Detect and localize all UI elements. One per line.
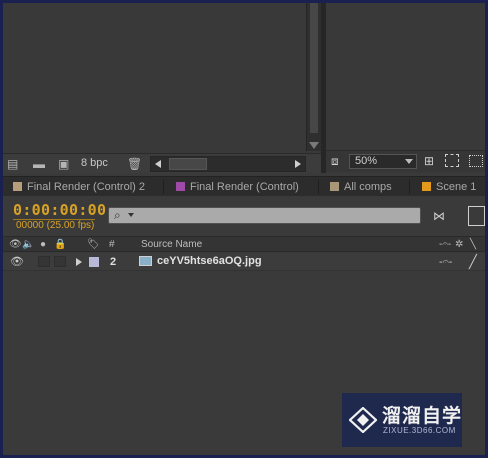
collapse-transform-icon[interactable]: ✲	[455, 239, 463, 251]
scroll-left-arrow-icon[interactable]	[155, 160, 161, 168]
project-toolbar: ▤ ▬ ▣ 8 bpc 🗑	[3, 153, 321, 173]
region-of-interest-icon[interactable]	[445, 154, 459, 167]
layer-search-input[interactable]: ⌕	[108, 207, 421, 224]
tab-color-swatch	[330, 182, 339, 191]
lock-icon[interactable]: 🔒	[54, 239, 66, 251]
draft-3d-button[interactable]	[468, 206, 485, 226]
solo-toggle[interactable]	[38, 256, 50, 267]
quality-switch-icon[interactable]: ╱	[469, 255, 477, 269]
tab-color-swatch	[422, 182, 431, 191]
scroll-down-arrow-icon[interactable]	[309, 142, 319, 149]
scrollbar-thumb[interactable]	[169, 158, 207, 170]
layer-number-header: #	[109, 239, 115, 250]
chevron-down-icon	[128, 213, 134, 217]
layer-row[interactable]: 👁 2 ceYV5htse6aOQ.jpg -𝄐- ╱	[3, 253, 485, 271]
magnification-dropdown[interactable]: 50%	[349, 154, 417, 169]
layer-source-name[interactable]: ceYV5htse6aOQ.jpg	[157, 255, 262, 267]
new-composition-icon[interactable]: ▣	[58, 158, 69, 170]
comp-mini-flowchart-icon[interactable]: ⋈	[433, 210, 445, 222]
always-preview-icon[interactable]: ⧈	[331, 155, 339, 167]
layer-label-swatch[interactable]	[89, 257, 99, 267]
frame-rate-display: 00000 (25.00 fps)	[16, 220, 95, 231]
tab-label: Final Render (Control)	[190, 181, 299, 193]
composition-viewer: ⧈ 50% ⊞	[326, 3, 485, 173]
resolution-grid-icon[interactable]: ⊞	[424, 155, 434, 167]
layer-column-header: 👁 🔈 ● 🔒 🏷 # Source Name -𝄐- ✲ ╲	[3, 236, 485, 252]
project-horizontal-scrollbar[interactable]	[150, 156, 306, 172]
watermark: 溜溜自学 ZIXUE.3D66.COM	[342, 393, 462, 447]
expand-arrow-icon[interactable]	[76, 258, 82, 266]
current-time-display[interactable]: 0:00:00:00	[13, 201, 106, 219]
tab-label: Final Render (Control) 2	[27, 181, 145, 193]
label-tag-icon[interactable]: 🏷	[87, 239, 100, 251]
tab-color-swatch	[176, 182, 185, 191]
image-footage-icon	[139, 256, 152, 266]
project-vertical-scrollbar[interactable]	[306, 3, 321, 151]
tab-color-swatch	[13, 182, 22, 191]
video-eye-icon[interactable]: 👁	[10, 255, 24, 269]
tab-label: Scene 1	[436, 181, 477, 193]
tab-divider	[318, 180, 319, 194]
tab-divider	[163, 180, 164, 194]
search-icon: ⌕	[114, 208, 121, 222]
tab-all-comps[interactable]: All comps	[330, 180, 392, 196]
timeline-tab-strip: Final Render (Control) 2 Final Render (C…	[3, 176, 485, 196]
tab-scene-1[interactable]: Scene 1	[422, 180, 476, 196]
layer-number: 2	[110, 256, 117, 268]
watermark-logo-icon	[349, 407, 377, 433]
lock-toggle[interactable]	[54, 256, 66, 267]
viewer-toolbar: ⧈ 50% ⊞	[326, 150, 485, 172]
bit-depth-button[interactable]: 8 bpc	[81, 157, 108, 169]
audio-speaker-icon[interactable]: 🔈	[22, 239, 34, 251]
transparency-grid-icon[interactable]	[469, 155, 483, 167]
scrollbar-track[interactable]	[310, 3, 318, 133]
shy-switch-icon[interactable]: -𝄐-	[439, 239, 451, 251]
tab-divider	[409, 180, 410, 194]
quality-icon[interactable]: ╲	[470, 239, 476, 251]
new-folder-icon[interactable]: ▬	[33, 158, 45, 170]
chevron-down-icon	[405, 159, 413, 164]
watermark-url: ZIXUE.3D66.COM	[383, 426, 456, 435]
shy-switch-icon[interactable]: -𝄐-	[439, 255, 452, 269]
video-eye-icon[interactable]: 👁	[9, 239, 22, 251]
trash-icon[interactable]: 🗑	[127, 158, 142, 170]
solo-dot-icon[interactable]: ●	[40, 239, 46, 251]
source-name-header[interactable]: Source Name	[141, 239, 202, 251]
watermark-name: 溜溜自学	[382, 405, 463, 427]
tab-label: All comps	[344, 181, 392, 193]
interpret-footage-icon[interactable]: ▤	[7, 158, 18, 170]
project-panel: ▤ ▬ ▣ 8 bpc 🗑	[3, 3, 321, 173]
zoom-value: 50%	[355, 155, 378, 167]
scroll-right-arrow-icon[interactable]	[295, 160, 301, 168]
tab-final-render-control[interactable]: Final Render (Control)	[176, 180, 299, 196]
app-frame: ▤ ▬ ▣ 8 bpc 🗑 ⧈ 50% ⊞ Final Render (Cont…	[3, 3, 485, 455]
tab-final-render-control-2[interactable]: Final Render (Control) 2	[13, 180, 145, 196]
